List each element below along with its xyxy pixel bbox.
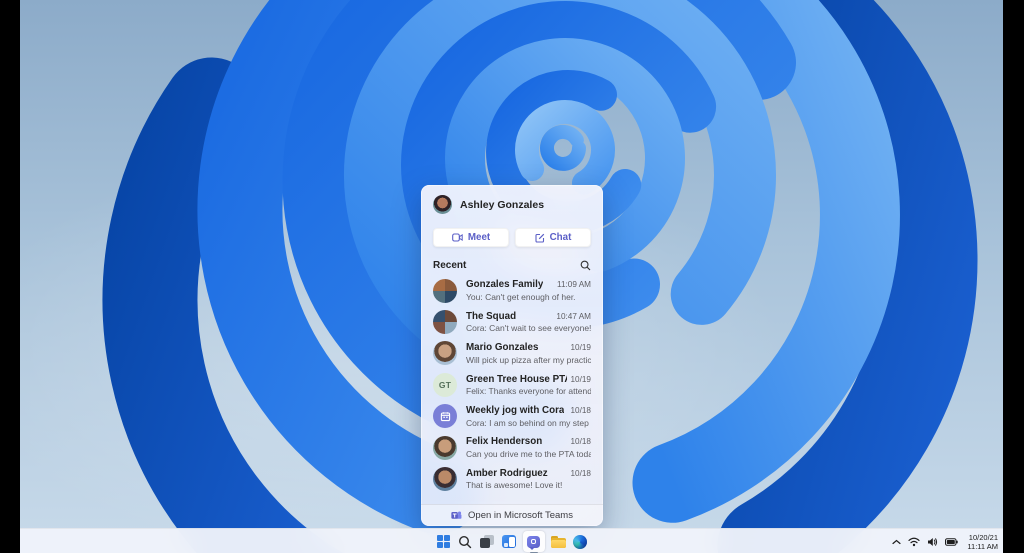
conversation-time: 10:47 AM bbox=[556, 311, 591, 321]
conversation-preview: You: Can't get enough of her. bbox=[466, 291, 576, 302]
file-explorer-button[interactable] bbox=[550, 531, 567, 552]
conversation-name: Amber Rodriguez bbox=[466, 467, 548, 479]
conversation-body: Amber Rodriguez 10/18 That is awesome! L… bbox=[466, 468, 591, 491]
conversation-time: 10/19 bbox=[570, 343, 592, 353]
conversation-body: Mario Gonzales 10/19 Will pick up pizza … bbox=[466, 342, 591, 365]
conversation-body: Felix Henderson 10/18 Can you drive me t… bbox=[466, 436, 591, 459]
windows-logo-icon bbox=[436, 535, 450, 548]
widgets-icon bbox=[502, 535, 516, 548]
conversation-avatar bbox=[433, 467, 457, 492]
teams-chat-flyout: Ashley Gonzales Meet Chat Recent Gonzale… bbox=[421, 185, 603, 526]
task-view-button[interactable] bbox=[479, 531, 496, 552]
conversation-time: 10/19 bbox=[570, 374, 592, 384]
conversation-name: Green Tree House PTA bbox=[466, 373, 567, 385]
edge-browser-icon bbox=[573, 534, 587, 549]
conversation-body: Gonzales Family 11:09 AM You: Can't get … bbox=[466, 279, 591, 302]
recent-title: Recent bbox=[433, 260, 467, 271]
action-row: Meet Chat bbox=[421, 218, 603, 247]
conversation-time: 10/18 bbox=[570, 437, 592, 447]
tray-date: 10/20/21 bbox=[968, 532, 998, 542]
calendar-icon bbox=[440, 411, 450, 421]
conversation-avatar bbox=[433, 341, 457, 366]
conversation-item[interactable]: Mario Gonzales 10/19 Will pick up pizza … bbox=[421, 338, 603, 369]
conversation-name: Felix Henderson bbox=[466, 436, 543, 448]
conversation-item[interactable]: Felix Henderson 10/18 Can you drive me t… bbox=[421, 432, 603, 463]
open-in-teams-label: Open in Microsoft Teams bbox=[468, 510, 573, 521]
conversation-preview: Cora: Can't wait to see everyone! bbox=[466, 323, 591, 334]
conversation-preview: Felix: Thanks everyone for attending tod… bbox=[466, 386, 591, 397]
conversation-list: Gonzales Family 11:09 AM You: Can't get … bbox=[421, 275, 603, 504]
start-button[interactable] bbox=[435, 531, 452, 552]
conversation-item[interactable]: GT Green Tree House PTA 10/19 Felix: Tha… bbox=[421, 369, 603, 400]
system-tray: 10/20/21 11:11 AM bbox=[892, 529, 1003, 553]
conversation-body: Weekly jog with Cora 10/18 Cora: I am so… bbox=[466, 405, 591, 428]
volume-icon[interactable] bbox=[927, 537, 938, 547]
meet-button[interactable]: Meet bbox=[433, 228, 509, 247]
conversation-name: The Squad bbox=[466, 310, 517, 322]
conversation-item[interactable]: Gonzales Family 11:09 AM You: Can't get … bbox=[421, 275, 603, 306]
battery-icon[interactable] bbox=[945, 537, 959, 546]
chat-button-taskbar[interactable] bbox=[522, 531, 545, 553]
conversation-time: 10/18 bbox=[570, 468, 592, 478]
desktop: Ashley Gonzales Meet Chat Recent Gonzale… bbox=[20, 0, 1003, 553]
conversation-body: The Squad 10:47 AM Cora: Can't wait to s… bbox=[466, 311, 591, 334]
conversation-preview: Will pick up pizza after my practice. bbox=[466, 354, 591, 365]
widgets-button[interactable] bbox=[501, 531, 518, 552]
search-icon bbox=[458, 535, 472, 548]
conversation-avatar bbox=[433, 435, 457, 460]
flyout-header: Ashley Gonzales bbox=[421, 185, 603, 218]
teams-logo-icon bbox=[451, 511, 462, 519]
conversation-preview: That is awesome! Love it! bbox=[466, 480, 563, 491]
chat-bubble-icon bbox=[527, 535, 540, 550]
wifi-icon[interactable] bbox=[908, 537, 921, 547]
edge-button[interactable] bbox=[572, 531, 589, 552]
open-in-teams-button[interactable]: Open in Microsoft Teams bbox=[421, 504, 603, 526]
meet-button-label: Meet bbox=[467, 232, 491, 243]
conversation-time: 11:09 AM bbox=[557, 280, 591, 290]
conversation-avatar bbox=[433, 310, 457, 335]
conversation-item[interactable]: Amber Rodriguez 10/18 That is awesome! L… bbox=[421, 463, 603, 494]
conversation-avatar bbox=[433, 404, 457, 429]
conversation-item[interactable]: The Squad 10:47 AM Cora: Can't wait to s… bbox=[421, 306, 603, 337]
conversation-time: 10/18 bbox=[570, 406, 592, 415]
taskbar: 10/20/21 11:11 AM bbox=[20, 528, 1003, 553]
conversation-preview: Can you drive me to the PTA today? bbox=[466, 448, 591, 459]
conversation-name: Gonzales Family bbox=[466, 279, 544, 291]
conversation-name: Mario Gonzales bbox=[466, 342, 539, 354]
conversation-name: Weekly jog with Cora bbox=[466, 405, 565, 416]
taskbar-center-icons bbox=[435, 529, 589, 553]
chat-button[interactable]: Chat bbox=[515, 228, 591, 247]
user-avatar[interactable] bbox=[433, 195, 452, 214]
recent-header: Recent bbox=[421, 247, 603, 275]
search-button[interactable] bbox=[457, 531, 474, 552]
conversation-body: Green Tree House PTA 10/19 Felix: Thanks… bbox=[466, 374, 591, 397]
conversation-avatar bbox=[433, 278, 457, 303]
video-camera-icon bbox=[451, 233, 463, 242]
conversation-preview: Cora: I am so behind on my step goals. bbox=[466, 417, 591, 428]
conversation-item[interactable]: Weekly jog with Cora 10/18 Cora: I am so… bbox=[421, 401, 603, 432]
tray-chevron-up-icon[interactable] bbox=[892, 539, 902, 545]
chat-button-label: Chat bbox=[549, 232, 572, 243]
search-icon[interactable] bbox=[580, 260, 591, 271]
user-name: Ashley Gonzales bbox=[460, 198, 545, 211]
compose-icon bbox=[535, 233, 544, 243]
tray-time: 11:11 AM bbox=[967, 541, 998, 551]
task-view-icon bbox=[480, 535, 494, 548]
conversation-avatar: GT bbox=[433, 372, 457, 397]
folder-icon bbox=[550, 535, 566, 548]
clock[interactable]: 10/20/21 11:11 AM bbox=[965, 533, 998, 551]
